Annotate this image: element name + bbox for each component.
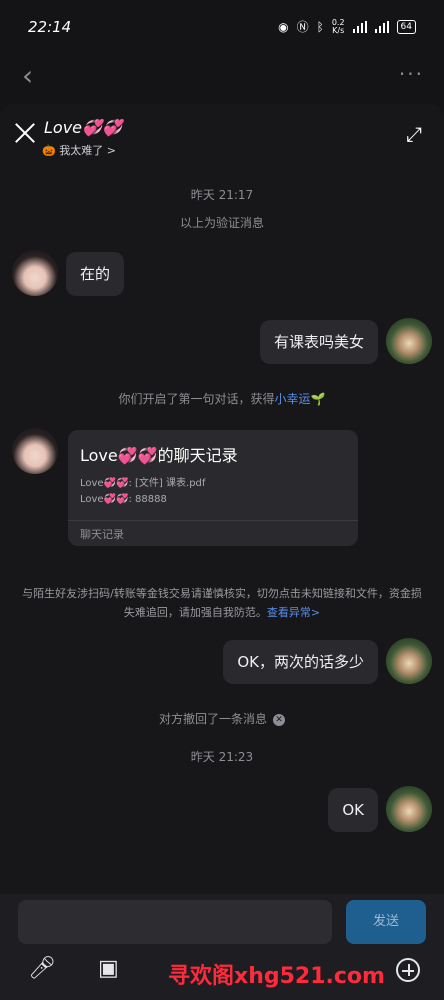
divider bbox=[68, 520, 358, 521]
microphone-icon[interactable]: 🎤︎ bbox=[28, 956, 56, 981]
expand-icon[interactable]: ⤢ bbox=[406, 122, 422, 146]
watermark: 寻欢阁xhg521.com bbox=[168, 964, 385, 989]
nav-bar: ‹ ··· bbox=[0, 56, 444, 100]
message-bubble-outgoing[interactable]: OK bbox=[328, 788, 378, 832]
security-warning-text: 与陌生好友涉扫码/转账等金钱交易请谨慎核实，切勿点击未知链接和文件，资金损失难追… bbox=[22, 587, 422, 619]
timestamp: 昨天 21:17 bbox=[190, 188, 254, 202]
chat-header: Love💞💞 🎃 我太难了 > ⤢ bbox=[0, 104, 444, 164]
eye-icon: ◉ bbox=[278, 19, 289, 34]
network-speed: 0.2 K/s bbox=[332, 18, 345, 35]
network-speed-unit: K/s bbox=[332, 25, 345, 35]
message-bubble-incoming[interactable]: 在的 bbox=[66, 252, 125, 296]
recall-text: 对方撤回了一条消息 bbox=[158, 712, 267, 726]
plus-icon[interactable] bbox=[396, 958, 420, 982]
system-message-recall: 对方撤回了一条消息 ✕ bbox=[0, 710, 444, 727]
security-warning-link[interactable]: 查看异常> bbox=[267, 606, 320, 619]
more-icon[interactable]: ··· bbox=[399, 62, 424, 86]
send-button[interactable]: 发送 bbox=[346, 900, 426, 944]
image-icon[interactable]: ▣ bbox=[98, 956, 119, 981]
message-input[interactable] bbox=[18, 900, 332, 944]
status-time: 22:14 bbox=[28, 18, 72, 36]
bluetooth-icon: ᛒ bbox=[316, 19, 324, 34]
sprout-icon: 🌱 bbox=[310, 392, 326, 406]
status-bar: 22:14 ◉ Ⓝ ᛒ 0.2 K/s 64 bbox=[0, 0, 444, 56]
first-chat-text: 你们开启了第一句对话，获得 bbox=[118, 392, 275, 406]
input-area: 发送 🎤︎ ▣ 寻欢阁xhg521.com bbox=[0, 894, 444, 1000]
self-avatar[interactable] bbox=[386, 786, 432, 832]
self-avatar[interactable] bbox=[386, 638, 432, 684]
nfc-icon: Ⓝ bbox=[296, 20, 309, 34]
chat-record-title: Love💞💞的聊天记录 bbox=[80, 446, 238, 465]
chat-panel: Love💞💞 🎃 我太难了 > ⤢ 昨天 21:17 以上为验证消息 在的 有课… bbox=[0, 104, 444, 894]
chat-record-footer: 聊天记录 bbox=[80, 528, 124, 541]
contact-name[interactable]: Love💞💞 bbox=[44, 118, 122, 137]
chat-record-line: Love💞💞: 88888 bbox=[80, 494, 167, 505]
timestamp: 昨天 21:23 bbox=[190, 750, 254, 764]
signal-icon-2 bbox=[374, 20, 389, 33]
contact-avatar[interactable] bbox=[12, 250, 58, 296]
close-icon[interactable]: ✕ bbox=[273, 713, 285, 726]
message-bubble-outgoing[interactable]: OK，两次的话多少 bbox=[223, 640, 378, 684]
chat-record-line: Love💞💞: [文件] 课表.pdf bbox=[80, 478, 206, 489]
message-bubble-outgoing[interactable]: 有课表吗美女 bbox=[259, 320, 378, 364]
system-message-first-chat: 你们开启了第一句对话，获得小幸运🌱 bbox=[0, 390, 444, 407]
first-chat-link[interactable]: 小幸运 bbox=[275, 392, 311, 406]
contact-status[interactable]: 🎃 我太难了 > bbox=[42, 142, 116, 158]
chat-record-card[interactable]: Love💞💞的聊天记录 Love💞💞: [文件] 课表.pdf Love💞💞: … bbox=[68, 430, 358, 546]
battery-icon: 64 bbox=[396, 19, 416, 34]
back-chevron-icon[interactable]: ‹ bbox=[22, 62, 33, 90]
signal-icon bbox=[352, 20, 367, 33]
self-avatar[interactable] bbox=[386, 318, 432, 364]
system-message-verify: 以上为验证消息 bbox=[179, 216, 264, 230]
close-icon[interactable] bbox=[14, 122, 36, 144]
status-icons: ◉ Ⓝ ᛒ 0.2 K/s 64 bbox=[278, 18, 416, 35]
security-warning: 与陌生好友涉扫码/转账等金钱交易请谨慎核实，切勿点击未知链接和文件，资金损失难追… bbox=[22, 584, 422, 622]
contact-avatar[interactable] bbox=[12, 428, 58, 474]
